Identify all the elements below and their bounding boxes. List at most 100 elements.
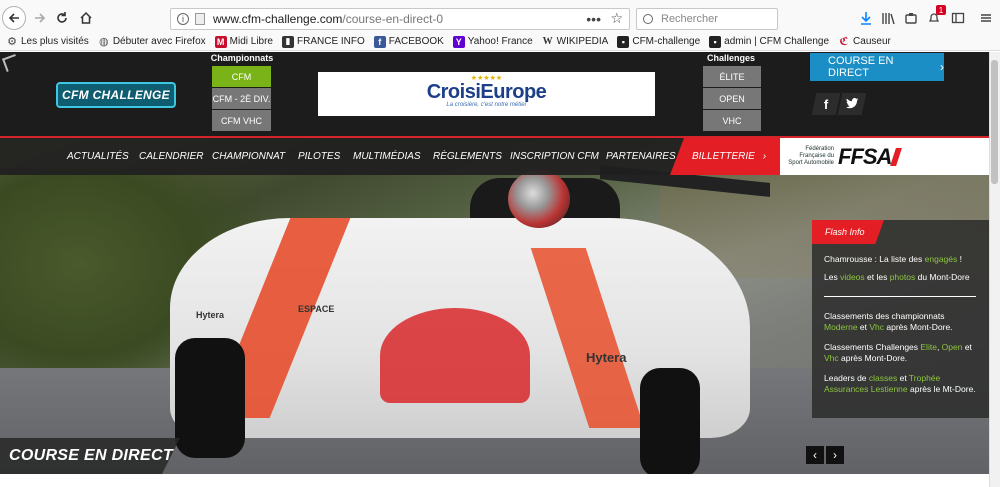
flash-text: et: [962, 342, 972, 352]
slider-prev-button[interactable]: ‹: [806, 446, 824, 464]
flash-text: Classements Challenges: [824, 342, 921, 352]
bookmark-item[interactable]: ℭ Causeur: [838, 36, 891, 48]
flash-text: du Mont-Dore: [915, 272, 970, 282]
nav-reglements[interactable]: RÈGLEMENTS: [433, 138, 502, 175]
bookmark-label: FRANCE INFO: [297, 36, 365, 47]
live-button-label: COURSE EN DIRECT: [828, 55, 894, 79]
download-icon[interactable]: [858, 10, 874, 26]
search-icon: [643, 14, 653, 24]
car-wheel: [640, 368, 700, 474]
library-icon[interactable]: [880, 10, 896, 26]
bookmark-item[interactable]: ⚙ Les plus visités: [6, 36, 89, 48]
bookmark-item[interactable]: W WIKIPEDIA: [542, 36, 609, 48]
pocket-icon[interactable]: [903, 10, 919, 26]
sponsor-tagline: La croisière, c'est notre métier: [446, 101, 527, 108]
bookmark-star-icon[interactable]: ☆: [610, 10, 623, 27]
link-classes[interactable]: classes: [869, 373, 897, 383]
url-path: /course-en-direct-0: [342, 12, 444, 26]
nav-pilotes[interactable]: PILOTES: [298, 138, 340, 175]
bookmark-item[interactable]: ▮ FRANCE INFO: [282, 35, 365, 48]
championnats-title: Championnats: [210, 53, 274, 63]
link-elite[interactable]: Elite: [920, 342, 937, 352]
car-nose: [380, 308, 530, 403]
reload-icon[interactable]: [50, 6, 74, 30]
slider-next-button[interactable]: ›: [826, 446, 844, 464]
championnat-cfm[interactable]: CFM: [212, 66, 271, 87]
url-bar[interactable]: i www.cfm-challenge.com/course-en-direct…: [170, 8, 630, 30]
logo-text: CFM CHALLENGE: [62, 88, 170, 102]
ffsa-wordmark: FFSA: [838, 143, 892, 169]
flash-item: Leaders de classes et Trophée Assurances…: [824, 373, 979, 395]
bookmark-item[interactable]: Y Yahoo! France: [452, 35, 533, 48]
ffsa-fullname: Fédération Française du Sport Automobile: [788, 146, 834, 166]
search-input[interactable]: Rechercher: [636, 8, 778, 30]
bookmark-item[interactable]: ▪ admin | CFM Challenge: [709, 35, 829, 48]
challenge-vhc[interactable]: VHC: [703, 110, 761, 131]
causeur-icon: ℭ: [839, 36, 849, 48]
browser-toolbar: i www.cfm-challenge.com/course-en-direct…: [0, 0, 1000, 36]
bell-icon[interactable]: 1: [926, 5, 946, 26]
search-placeholder: Rechercher: [661, 13, 718, 25]
flash-item: Chamrousse : La liste des engagés !: [824, 254, 979, 265]
facebook-icon: f: [373, 35, 386, 48]
notification-badge: 1: [936, 5, 946, 15]
nav-calendrier[interactable]: CALENDRIER: [139, 138, 203, 175]
link-videos[interactable]: videos: [840, 272, 865, 282]
scrollbar-thumb[interactable]: [991, 60, 998, 184]
nav-partenaires[interactable]: PARTENAIRES: [606, 138, 676, 175]
flash-text: après Mont-Dore.: [838, 353, 908, 363]
challenge-elite[interactable]: ÉLITE: [703, 66, 761, 87]
link-photos[interactable]: photos: [890, 272, 916, 282]
driver-helmet: [508, 170, 570, 228]
back-arrow-icon[interactable]: [2, 6, 26, 30]
flash-divider: [824, 296, 976, 297]
course-en-direct-button[interactable]: COURSE EN DIRECT ›: [810, 53, 944, 81]
link-open[interactable]: Open: [942, 342, 963, 352]
flash-text: Classements des championnats: [824, 311, 945, 321]
championnat-cfm-2e-div[interactable]: CFM - 2È DIV.: [212, 88, 271, 109]
bookmark-label: Causeur: [853, 36, 891, 47]
bookmark-label: Les plus visités: [21, 36, 89, 47]
page-actions-icon[interactable]: •••: [586, 11, 601, 27]
flash-text: après le Mt-Dore.: [907, 384, 976, 394]
bookmark-label: Midi Libre: [229, 36, 273, 47]
challenges-title: Challenges: [706, 53, 755, 63]
nav-actualites[interactable]: ACTUALITÉS: [67, 138, 129, 175]
car-wheel: [175, 338, 245, 458]
sponsor-banner[interactable]: ★★★★★ CroisiEurope La croisière, c'est n…: [318, 72, 655, 116]
info-icon[interactable]: i: [177, 13, 189, 25]
link-moderne[interactable]: Moderne: [824, 322, 858, 332]
bookmark-item[interactable]: M Midi Libre: [214, 35, 273, 48]
globe-icon: ◍: [99, 36, 109, 48]
url-text[interactable]: www.cfm-challenge.com/course-en-direct-0: [213, 12, 443, 26]
home-icon[interactable]: [74, 6, 98, 30]
header-decoration: [2, 54, 20, 72]
championnat-cfm-vhc[interactable]: CFM VHC: [212, 110, 271, 131]
url-host: www.cfm-challenge.com: [213, 12, 343, 26]
flash-item: Classements des championnats Moderne et …: [824, 311, 979, 333]
flash-text: et: [857, 322, 870, 332]
hamburger-menu-icon[interactable]: [978, 10, 994, 26]
facebook-button[interactable]: f: [811, 93, 841, 115]
forward-arrow-icon[interactable]: [28, 6, 52, 30]
site-logo[interactable]: CFM CHALLENGE: [56, 82, 176, 108]
bookmark-item[interactable]: ▪ CFM-challenge: [617, 35, 700, 48]
nav-multimedias[interactable]: MULTIMÉDIAS: [353, 138, 421, 175]
link-vhc-challenge[interactable]: Vhc: [824, 353, 839, 363]
bookmark-item[interactable]: f FACEBOOK: [373, 35, 444, 48]
flash-text: Les: [824, 272, 841, 282]
sidebar-icon[interactable]: [950, 10, 966, 26]
midi-libre-icon: M: [214, 35, 227, 48]
twitter-button[interactable]: [837, 93, 867, 115]
billetterie-button[interactable]: BILLETTERIE ›: [670, 138, 780, 175]
link-vhc[interactable]: Vhc: [869, 322, 884, 332]
flash-item: Les videos et les photos du Mont-Dore: [824, 272, 979, 283]
bookmark-item[interactable]: ◍ Débuter avec Firefox: [98, 36, 206, 48]
ffsa-logo[interactable]: Fédération Française du Sport Automobile…: [780, 138, 989, 175]
nav-inscription-cfm[interactable]: INSCRIPTION CFM: [510, 138, 599, 175]
link-engages[interactable]: engagés: [925, 254, 958, 264]
yahoo-icon: Y: [452, 35, 465, 48]
nav-championnat[interactable]: CHAMPIONNAT: [212, 138, 285, 175]
ffsa-flag-icon: [890, 147, 903, 166]
challenge-open[interactable]: OPEN: [703, 88, 761, 109]
